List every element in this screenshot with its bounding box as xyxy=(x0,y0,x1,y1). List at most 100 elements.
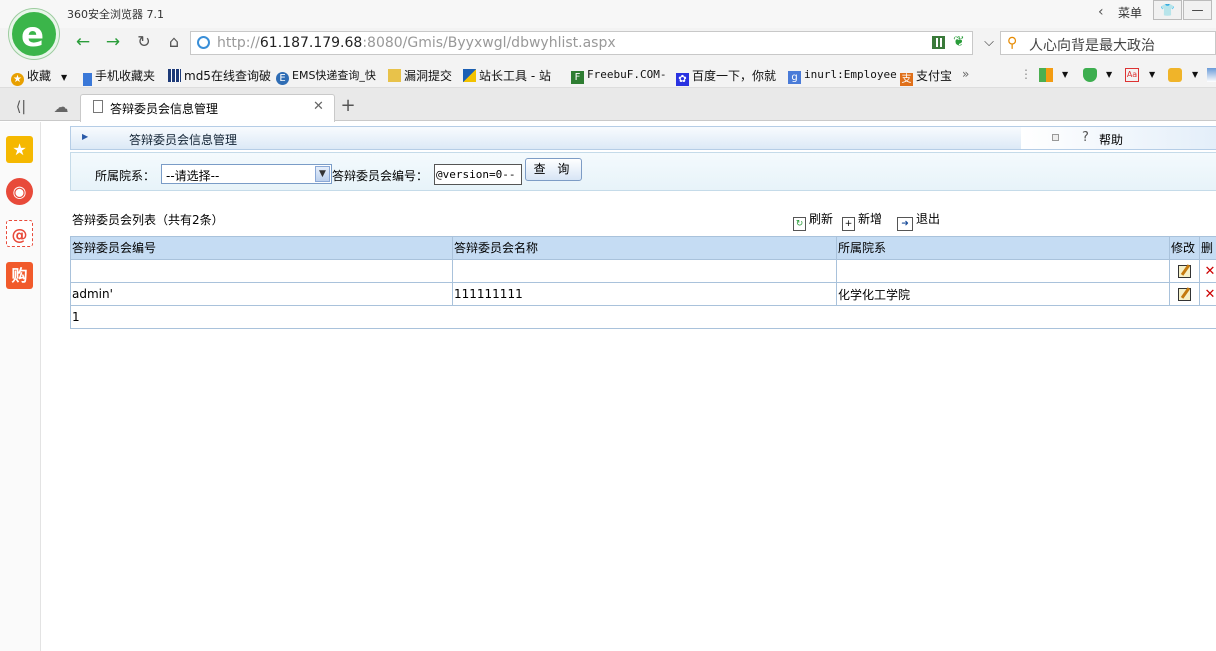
help-link[interactable]: 帮助 xyxy=(1099,131,1123,148)
google-g-icon: g xyxy=(788,71,801,84)
bookmark-vuln[interactable]: 漏洞提交 xyxy=(388,67,452,84)
refresh-icon: ↻ xyxy=(793,217,806,231)
delete-icon[interactable]: ✕ xyxy=(1205,287,1216,302)
weibo-icon[interactable]: ◉ xyxy=(6,178,33,205)
mail-at-icon[interactable]: @ xyxy=(6,220,33,247)
column-header[interactable]: 所属院系 xyxy=(836,236,1170,260)
app-title: 360安全浏览器 7.1 xyxy=(67,8,164,21)
column-header[interactable]: 答辩委员会名称 xyxy=(452,236,837,260)
globe-icon xyxy=(197,36,210,49)
search-input[interactable]: ⚲ 人心向背是最大政治 xyxy=(1000,31,1216,55)
help-icon[interactable]: ? xyxy=(1082,130,1089,145)
chevron-down-icon[interactable]: ⌵ xyxy=(979,33,999,53)
add-button[interactable]: + 新增 xyxy=(842,210,882,231)
more-bookmarks-icon[interactable]: » xyxy=(962,67,969,81)
star-add-icon: ★ xyxy=(11,73,24,86)
favorites-star-icon[interactable]: ★ xyxy=(6,136,33,163)
reload-icon[interactable]: ↻ xyxy=(133,32,155,52)
page-content: ▶ 答辩委员会信息管理 ? 帮助 所属院系： --请选择-- ▼ 答辩委员会编号… xyxy=(41,122,1216,651)
bookmark-chinaz[interactable]: 站长工具 - 站 xyxy=(463,67,551,84)
code-input[interactable]: @version=0-- xyxy=(434,164,522,185)
phone-icon xyxy=(83,73,92,86)
bookmark-baidu[interactable]: ✿ 百度一下，你就 xyxy=(676,67,776,86)
qr-code-icon[interactable] xyxy=(932,36,945,49)
forward-arrow-icon[interactable]: → xyxy=(102,32,124,52)
triangle-right-icon: ▶ xyxy=(82,132,89,141)
chevron-down-icon[interactable]: ▼ xyxy=(1062,70,1068,79)
home-icon[interactable]: ⌂ xyxy=(163,32,185,52)
new-tab-plus-icon[interactable]: + xyxy=(337,96,359,116)
bookmark-md5[interactable]: md5在线查询破 xyxy=(168,67,271,84)
extension-icon[interactable] xyxy=(1168,68,1182,82)
exit-button[interactable]: ➜ 退出 xyxy=(897,210,940,231)
page-number-link[interactable]: 1 xyxy=(70,305,1216,329)
edit-icon[interactable] xyxy=(1178,288,1191,301)
column-header[interactable]: 答辩委员会编号 xyxy=(70,236,453,260)
freebuf-icon: F xyxy=(571,71,584,84)
dept-select[interactable]: --请选择-- ▼ xyxy=(161,164,332,184)
chevron-down-icon[interactable]: ▼ xyxy=(315,166,330,182)
table-row: admin' 111111111 化学化工学院 ✕ xyxy=(70,282,1216,306)
tab-active[interactable]: 答辩委员会信息管理 ✕ xyxy=(80,94,335,122)
document-icon xyxy=(93,100,103,113)
title-bar xyxy=(0,0,1216,28)
toolbar-divider-icon: ⋮ xyxy=(1020,67,1032,81)
exit-door-icon: ➜ xyxy=(897,217,913,231)
cloud-icon[interactable]: ☁ xyxy=(50,97,72,117)
filter-panel: 所属院系： --请选择-- ▼ 答辩委员会编号： @version=0-- 查 … xyxy=(70,152,1216,191)
page-title: 答辩委员会信息管理 xyxy=(129,133,238,147)
dept-label: 所属院系： xyxy=(95,169,156,183)
bookmark-alipay[interactable]: 支支付宝 xyxy=(900,67,952,86)
bookmark-mobile[interactable]: 手机收藏夹 xyxy=(83,67,155,86)
cell-name xyxy=(452,259,837,283)
menu-button[interactable]: 菜单 xyxy=(1118,4,1142,21)
back-arrow-icon[interactable]: ← xyxy=(72,32,94,52)
new-document-icon: + xyxy=(842,217,855,231)
query-button[interactable]: 查 询 xyxy=(525,158,582,181)
table-header-row: 答辩委员会编号 答辩委员会名称 所属院系 修改 删 xyxy=(70,236,1216,260)
chinaz-icon xyxy=(463,69,476,82)
ems-icon: E xyxy=(276,72,289,85)
refresh-button[interactable]: ↻ 刷新 xyxy=(793,210,833,231)
chevron-down-icon[interactable]: ▼ xyxy=(1192,70,1198,79)
pager-row: 1 xyxy=(70,305,1216,329)
delete-icon[interactable]: ✕ xyxy=(1205,264,1216,279)
cell-code: admin' xyxy=(70,282,453,306)
skin-icon[interactable]: 👕 xyxy=(1153,0,1182,20)
sidebar-toggle-icon[interactable]: ⟨| xyxy=(10,97,32,117)
cell-name: 111111111 xyxy=(452,282,837,306)
shopping-bag-icon[interactable]: 购 xyxy=(6,262,33,289)
bookmark-google[interactable]: g inurl:Employee xyxy=(788,67,897,84)
bookmark-ems[interactable]: E EMS快递查询_快 xyxy=(276,67,376,85)
folder-icon xyxy=(388,69,401,82)
minimize-button[interactable]: — xyxy=(1183,0,1212,20)
cell-code xyxy=(70,259,453,283)
committee-table: 答辩委员会编号 答辩委员会名称 所属院系 修改 删 ✕ admin' 11111… xyxy=(70,236,1216,329)
chevron-left-icon[interactable]: ‹ xyxy=(1098,4,1104,20)
cell-dept: 化学化工学院 xyxy=(836,282,1170,306)
cell-dept xyxy=(836,259,1170,283)
shield-icon: 支 xyxy=(900,73,913,86)
bookmark-favorites[interactable]: ★ 收藏 ▼ xyxy=(11,67,67,86)
search-icon[interactable]: ⚲ xyxy=(1007,35,1017,51)
column-header: 删 xyxy=(1199,236,1216,260)
page-header: ▶ 答辩委员会信息管理 ? 帮助 xyxy=(70,126,1216,150)
expand-icon[interactable] xyxy=(1052,134,1059,141)
table-row: ✕ xyxy=(70,259,1216,283)
pdf-icon[interactable]: Aa xyxy=(1125,68,1139,82)
overflow-icon[interactable] xyxy=(1207,68,1216,82)
chevron-down-icon[interactable]: ▼ xyxy=(1106,70,1112,79)
list-title: 答辩委员会列表（共有2条） xyxy=(72,213,224,227)
code-label: 答辩委员会编号： xyxy=(332,169,429,183)
security-shield-icon[interactable] xyxy=(1083,68,1097,82)
browser-sidebar: ★ ◉ @ 购 xyxy=(0,122,41,651)
edit-icon[interactable] xyxy=(1178,265,1191,278)
url-input[interactable]: http://61.187.179.68:8080/Gmis/Byyxwgl/d… xyxy=(190,31,973,55)
chevron-down-icon[interactable]: ▼ xyxy=(1149,70,1155,79)
browser-logo-icon[interactable]: e xyxy=(9,9,59,59)
grid-icon xyxy=(168,69,181,82)
apps-grid-icon[interactable] xyxy=(1039,68,1053,82)
leaf-icon[interactable]: ❦ xyxy=(953,34,965,50)
bookmark-freebuf[interactable]: F FreebuF.COM- xyxy=(571,67,666,84)
close-icon[interactable]: ✕ xyxy=(313,99,324,114)
